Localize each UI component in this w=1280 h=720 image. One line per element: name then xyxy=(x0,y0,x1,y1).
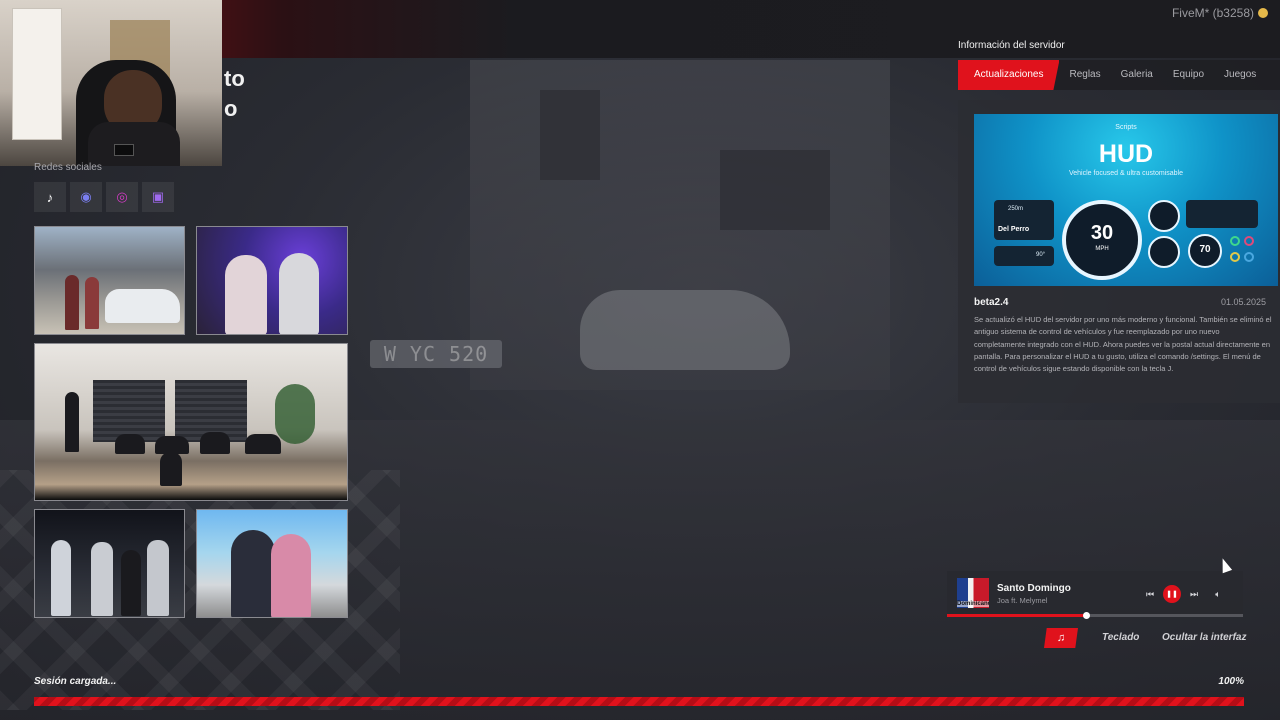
banner-status-widget xyxy=(1186,200,1258,228)
tab-reglas[interactable]: Reglas xyxy=(1059,60,1110,90)
gallery-figure xyxy=(121,550,141,616)
song-artist: Joa ft. Melymel xyxy=(997,596,1048,605)
server-info-title: Información del servidor xyxy=(958,40,1065,51)
gallery-figure xyxy=(147,540,169,616)
next-icon[interactable]: ⏭ xyxy=(1185,585,1203,603)
banner-speed: 30 xyxy=(1090,222,1114,244)
banner-status-dot-icon xyxy=(1230,252,1240,262)
banner-status-dot-icon xyxy=(1244,236,1254,246)
tab-juegos[interactable]: Juegos xyxy=(1214,60,1266,90)
tiktok-icon: ♪ xyxy=(46,189,54,205)
banner-heading: 90° xyxy=(1036,252,1046,258)
banner-status-dot-icon xyxy=(1230,236,1240,246)
song-progress-fill xyxy=(947,614,1087,617)
client-version: FiveM* (b3258) xyxy=(1171,6,1254,20)
tiktok-button[interactable]: ♪ xyxy=(34,182,66,212)
gallery-figure xyxy=(91,542,113,616)
gallery-figure xyxy=(225,255,267,334)
song-title: Santo Domingo xyxy=(997,583,1071,594)
twitch-button[interactable]: ▣ xyxy=(142,182,174,212)
banner-subtitle: Vehicle focused & ultra customisable xyxy=(1068,170,1183,177)
license-plate: W YC 520 xyxy=(370,340,502,368)
update-description: Se actualizó el HUD del servidor por uno… xyxy=(974,315,1272,374)
webcam-person-body xyxy=(88,122,180,166)
keyboard-button[interactable]: Teclado xyxy=(1102,632,1139,643)
gallery-figure xyxy=(85,277,99,329)
tab-galeria[interactable]: Galeria xyxy=(1111,60,1163,90)
gallery-figure xyxy=(65,392,79,452)
gallery-figure xyxy=(279,253,319,334)
banner-heading-widget: 90° xyxy=(994,246,1054,266)
gallery-figure xyxy=(271,534,311,617)
update-banner-image: Scripts HUD Vehicle focused & ultra cust… xyxy=(974,114,1278,286)
gallery-figure xyxy=(65,275,79,330)
volume-icon[interactable]: 🔈︎ xyxy=(1209,585,1227,603)
twitch-icon: ▣ xyxy=(151,189,165,204)
album-cover-text: Dominicano xyxy=(957,601,989,607)
backdrop-car xyxy=(580,290,790,370)
music-toggle-button[interactable]: ♫ xyxy=(1044,628,1078,648)
song-progress[interactable] xyxy=(947,612,1243,619)
coin-icon xyxy=(1258,8,1268,18)
gallery-image-night[interactable] xyxy=(34,509,185,618)
loading-bar xyxy=(34,697,1244,706)
instagram-icon: ◎ xyxy=(116,189,128,204)
tab-equipo[interactable]: Equipo xyxy=(1163,60,1214,90)
gallery-figure xyxy=(231,530,275,617)
prev-icon[interactable]: ⏮ xyxy=(1141,585,1159,603)
tab-actualizaciones[interactable]: Actualizaciones xyxy=(958,60,1060,90)
banner-secondary-gauge: 70 xyxy=(1188,234,1222,268)
gallery-plant xyxy=(275,384,315,444)
banner-fuel-gauge xyxy=(1148,236,1180,268)
social-links: ♪ ◉ ◎ ▣ xyxy=(34,182,174,212)
social-label: Redes sociales xyxy=(34,162,102,173)
gallery-figure xyxy=(160,452,182,486)
music-player: Dominicano Santo Domingo Joa ft. Melymel… xyxy=(947,571,1243,619)
gallery-image-group[interactable] xyxy=(34,343,348,501)
loading-percent: 100% xyxy=(1218,676,1244,687)
server-tabs: Actualizaciones Reglas Galeria Equipo Ju… xyxy=(958,60,1280,90)
hide-interface-button[interactable]: Ocultar la interfaz xyxy=(1162,632,1246,643)
gallery-image-street[interactable] xyxy=(34,226,185,335)
banner-status-dot-icon xyxy=(1244,252,1254,262)
loading-bar-fill xyxy=(34,697,1244,706)
update-version: beta2.4 xyxy=(974,297,1009,308)
update-date: 01.05.2025 xyxy=(1220,297,1266,307)
webcam-phone xyxy=(114,144,134,156)
instagram-button[interactable]: ◎ xyxy=(106,182,138,212)
gallery-figure xyxy=(245,434,281,454)
gallery-car xyxy=(105,289,180,323)
gallery-image-party[interactable] xyxy=(196,226,348,335)
gallery-image-couple[interactable] xyxy=(196,509,348,618)
loading-status: Sesión cargada... xyxy=(34,676,117,687)
banner-rpm-gauge xyxy=(1148,200,1180,232)
banner-title: HUD xyxy=(1098,140,1154,168)
banner-speed-unit: MPH xyxy=(1095,246,1109,252)
gallery-figure xyxy=(200,432,230,454)
banner-gauge2: 70 xyxy=(1199,244,1211,255)
banner-speed-gauge: 30 MPH xyxy=(1062,200,1142,280)
backdrop-window xyxy=(540,90,600,180)
client-badge: FiveM* (b3258) xyxy=(1172,6,1268,20)
discord-button[interactable]: ◉ xyxy=(70,182,102,212)
server-title-line2: o xyxy=(224,96,238,121)
banner-location: Del Perro xyxy=(998,226,1030,233)
banner-location-widget: 250m Del Perro xyxy=(994,200,1054,240)
gallery-figure xyxy=(115,434,145,454)
backdrop-window xyxy=(720,150,830,230)
gallery-window-blinds xyxy=(93,380,165,442)
banner-brand: Scripts xyxy=(1115,124,1137,131)
discord-icon: ◉ xyxy=(80,189,92,204)
banner-distance: 250m xyxy=(1008,206,1024,212)
server-title-fragment: to o xyxy=(224,64,245,124)
webcam-overlay xyxy=(0,0,222,166)
gallery-figure xyxy=(51,540,71,616)
server-title-line1: to xyxy=(224,66,245,91)
update-card: Scripts HUD Vehicle focused & ultra cust… xyxy=(958,100,1280,403)
webcam-door xyxy=(12,8,62,140)
pause-icon[interactable]: ❚❚ xyxy=(1163,585,1181,603)
album-cover: Dominicano xyxy=(957,578,989,608)
